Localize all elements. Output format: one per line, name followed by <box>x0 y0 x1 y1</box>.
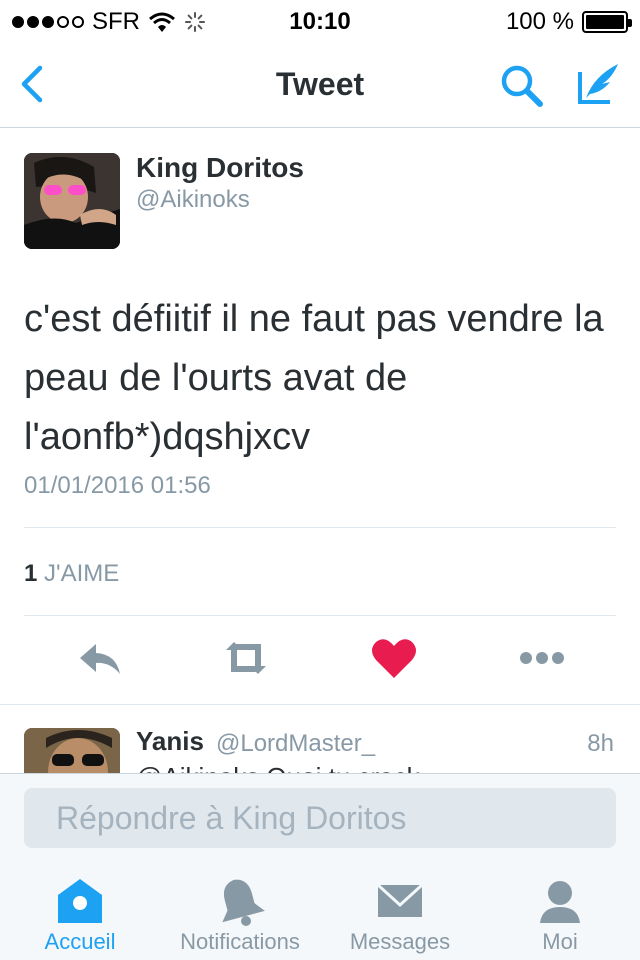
author-handle[interactable]: @Aikinoks <box>136 186 250 214</box>
tab-notifications[interactable]: Notifications <box>160 861 320 960</box>
divider <box>24 615 616 616</box>
reply-input[interactable] <box>24 788 616 848</box>
retweet-icon[interactable] <box>222 636 270 680</box>
status-bar: SFR 10:10 100 % <box>0 0 640 40</box>
envelope-icon <box>376 883 424 917</box>
tab-label: Messages <box>349 929 451 954</box>
battery-icon <box>582 11 632 33</box>
author-name[interactable]: King Doritos <box>136 152 304 184</box>
bell-icon <box>222 879 265 926</box>
like-icon[interactable] <box>370 636 418 680</box>
search-icon[interactable] <box>498 62 546 110</box>
reply-author-photo <box>24 728 120 774</box>
likes-summary[interactable]: 1 J'AIME <box>24 560 119 588</box>
likes-label: J'AIME <box>44 560 120 587</box>
home-icon <box>58 879 102 923</box>
compose-icon[interactable] <box>572 58 624 110</box>
tab-me[interactable]: Moi <box>480 861 640 960</box>
reply-timestamp: 8h <box>587 730 614 757</box>
tweet-timestamp: 01/01/2016 01:56 <box>24 472 211 499</box>
author-avatar[interactable] <box>24 153 120 249</box>
tab-label: Accueil <box>44 929 116 954</box>
author-photo <box>24 153 120 249</box>
profile-icon <box>540 881 580 923</box>
tab-label: Notifications <box>180 929 300 954</box>
tweet-text-line: l'aonfb*)dqshjxcv <box>24 416 311 458</box>
reply-composer <box>0 773 640 861</box>
tweet-text-line: peau de l'ourts avat de <box>24 357 408 399</box>
tab-label: Moi <box>542 929 578 954</box>
reply-icon[interactable] <box>76 636 124 680</box>
tab-bar: Accueil Notifications Messages Moi <box>0 861 640 960</box>
reply-author-name[interactable]: Yanis <box>136 726 204 757</box>
reply-author-avatar[interactable] <box>24 728 120 774</box>
tweet-text: c'est défiitif il ne faut pas vendre la … <box>24 290 624 467</box>
reply-text-container: @Aikinoks Quoi tu crack <box>136 758 616 774</box>
battery-percentage: 100 % <box>505 8 574 35</box>
divider <box>0 704 640 705</box>
navigation-bar: Tweet <box>0 40 640 128</box>
likes-count: 1 <box>24 560 38 587</box>
status-right: 100 % <box>505 8 632 36</box>
tweet-text-line: c'est défiitif il ne faut pas vendre la <box>24 298 604 340</box>
divider <box>24 527 616 528</box>
tab-home[interactable]: Accueil <box>0 861 160 960</box>
tab-messages[interactable]: Messages <box>320 861 480 960</box>
more-icon[interactable] <box>518 636 566 680</box>
reply-author-handle[interactable]: @LordMaster_ <box>216 730 375 758</box>
